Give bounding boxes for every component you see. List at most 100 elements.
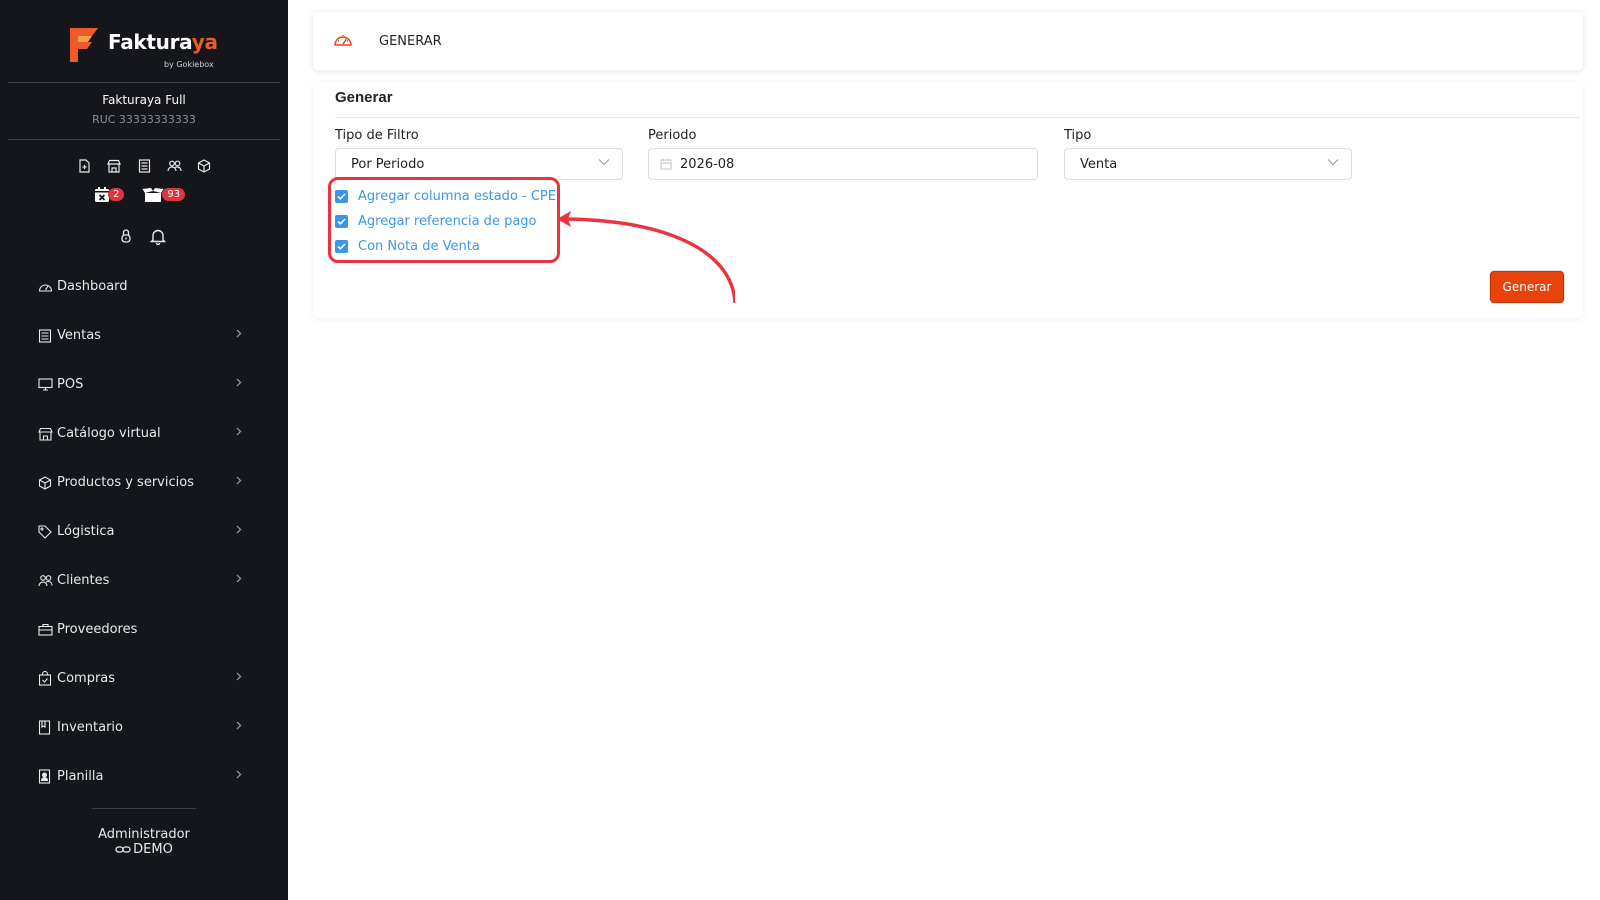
bell-icon[interactable] (149, 228, 167, 249)
generate-form-card: Generar Tipo de Filtro Por Periodo Perio… (313, 82, 1583, 318)
filter-type-select[interactable]: Por Periodo (335, 148, 623, 180)
page-header: GENERAR (313, 12, 1583, 70)
sidebar-item-label: Planilla (57, 769, 104, 784)
sidebar-item-compras[interactable]: Compras (38, 654, 248, 703)
shopping-bag-icon (38, 671, 54, 687)
card-divider (335, 117, 1581, 118)
chevron-right-icon (236, 770, 242, 779)
with-sale-note-checkbox[interactable]: Con Nota de Venta (335, 234, 556, 259)
period-date-picker[interactable]: 2026-08 (648, 148, 1038, 180)
sidebar-item-label: POS (57, 377, 84, 392)
page-title: GENERAR (379, 34, 442, 49)
sidebar-item-inventario[interactable]: Inventario (38, 703, 248, 752)
chevron-right-icon (236, 721, 242, 730)
type-label: Tipo (1064, 128, 1092, 143)
company-ruc: RUC 33333333333 (92, 113, 196, 126)
checkbox-label: Con Nota de Venta (358, 239, 480, 254)
user-name-label: DEMO (133, 842, 173, 857)
sidebar-item-logistica[interactable]: Lógistica (38, 507, 248, 556)
sidebar: Fakturaya by Gokiebox Fakturaya Full RUC… (0, 0, 288, 900)
calendar-icon (660, 159, 672, 170)
checkbox-label: Agregar referencia de pago (358, 214, 537, 229)
sidebar-divider (8, 139, 280, 140)
chevron-right-icon (236, 525, 242, 534)
sidebar-item-proveedores[interactable]: Proveedores (38, 605, 248, 654)
calendar-count-badge: 2 (108, 188, 125, 201)
lock-icon[interactable] (120, 228, 132, 249)
box-icon (38, 475, 54, 491)
fakturaya-logo-icon (70, 28, 98, 62)
checkbox-checked-icon (335, 190, 348, 203)
packages-count-badge: 93 (162, 188, 186, 201)
brand-name: Fakturaya (108, 30, 218, 54)
sidebar-item-planilla[interactable]: Planilla (38, 752, 248, 801)
sidebar-item-pos[interactable]: POS (38, 360, 248, 409)
period-value: 2026-08 (680, 156, 735, 172)
sidebar-item-label: Lógistica (57, 524, 115, 539)
store-icon (38, 426, 54, 442)
chevron-down-icon (1327, 159, 1339, 166)
briefcase-icon (38, 622, 54, 638)
sidebar-item-label: Proveedores (57, 622, 138, 637)
sidebar-item-clientes[interactable]: Clientes (38, 556, 248, 605)
users-icon (38, 573, 54, 589)
book-icon (38, 720, 54, 736)
company-name: Fakturaya Full (102, 93, 186, 107)
sidebar-item-label: Inventario (57, 720, 123, 735)
generate-button[interactable]: Generar (1490, 271, 1564, 303)
receipt-icon (38, 328, 54, 344)
user-actions (120, 228, 167, 249)
sidebar-divider (92, 808, 196, 809)
add-cpe-status-column-checkbox[interactable]: Agregar columna estado - CPE (335, 184, 556, 209)
tag-icon (38, 524, 54, 540)
checkbox-label: Agregar columna estado - CPE (358, 189, 556, 204)
user-name[interactable]: DEMO (0, 842, 288, 857)
user-role: Administrador (98, 827, 190, 842)
sidebar-item-label: Productos y servicios (57, 475, 194, 490)
document-add-icon[interactable] (76, 158, 92, 174)
filter-type-label: Tipo de Filtro (335, 128, 419, 143)
checkbox-checked-icon (335, 240, 348, 253)
chevron-right-icon (236, 574, 242, 583)
chevron-right-icon (236, 476, 242, 485)
options-checkbox-group: Agregar columna estado - CPE Agregar ref… (335, 184, 556, 259)
type-value: Venta (1080, 156, 1118, 172)
sidebar-item-catalogo-virtual[interactable]: Catálogo virtual (38, 409, 248, 458)
sidebar-item-ventas[interactable]: Ventas (38, 311, 248, 360)
brand-logo[interactable]: Fakturaya by Gokiebox (68, 24, 228, 74)
dashboard-icon (333, 31, 353, 51)
sidebar-item-label: Catálogo virtual (57, 426, 161, 441)
sidebar-item-dashboard[interactable]: Dashboard (38, 262, 248, 311)
monitor-icon (38, 377, 54, 393)
sidebar-item-label: Clientes (57, 573, 110, 588)
filter-type-value: Por Periodo (351, 156, 425, 172)
store-icon[interactable] (106, 158, 122, 174)
sidebar-menu: Dashboard Ventas POS Catálogo virtual Pr… (38, 262, 248, 801)
sidebar-item-label: Compras (57, 671, 116, 686)
users-icon[interactable] (166, 158, 182, 174)
period-label: Periodo (648, 128, 697, 143)
checkbox-checked-icon (335, 215, 348, 228)
chevron-right-icon (236, 329, 242, 338)
id-card-icon (38, 769, 54, 785)
add-payment-reference-checkbox[interactable]: Agregar referencia de pago (335, 209, 556, 234)
receipt-icon[interactable] (136, 158, 152, 174)
open-packages-shortcut[interactable]: 93 (142, 187, 186, 203)
open-box-icon (142, 187, 164, 202)
chevron-down-icon (598, 159, 610, 166)
sidebar-item-label: Ventas (57, 328, 101, 343)
chevron-right-icon (236, 672, 242, 681)
brand-subtitle: by Gokiebox (164, 60, 214, 69)
box-icon[interactable] (196, 158, 212, 174)
type-select[interactable]: Venta (1064, 148, 1352, 180)
notification-badges: 2 93 (94, 186, 186, 203)
link-icon (115, 846, 131, 853)
card-title: Generar (335, 89, 393, 106)
sidebar-item-label: Dashboard (57, 279, 128, 294)
chevron-right-icon (236, 378, 242, 387)
chevron-right-icon (236, 427, 242, 436)
sidebar-item-productos-y-servicios[interactable]: Productos y servicios (38, 458, 248, 507)
expired-calendar-shortcut[interactable]: 2 (94, 186, 125, 203)
sidebar-divider (8, 82, 280, 83)
quick-access-bar (76, 158, 212, 174)
